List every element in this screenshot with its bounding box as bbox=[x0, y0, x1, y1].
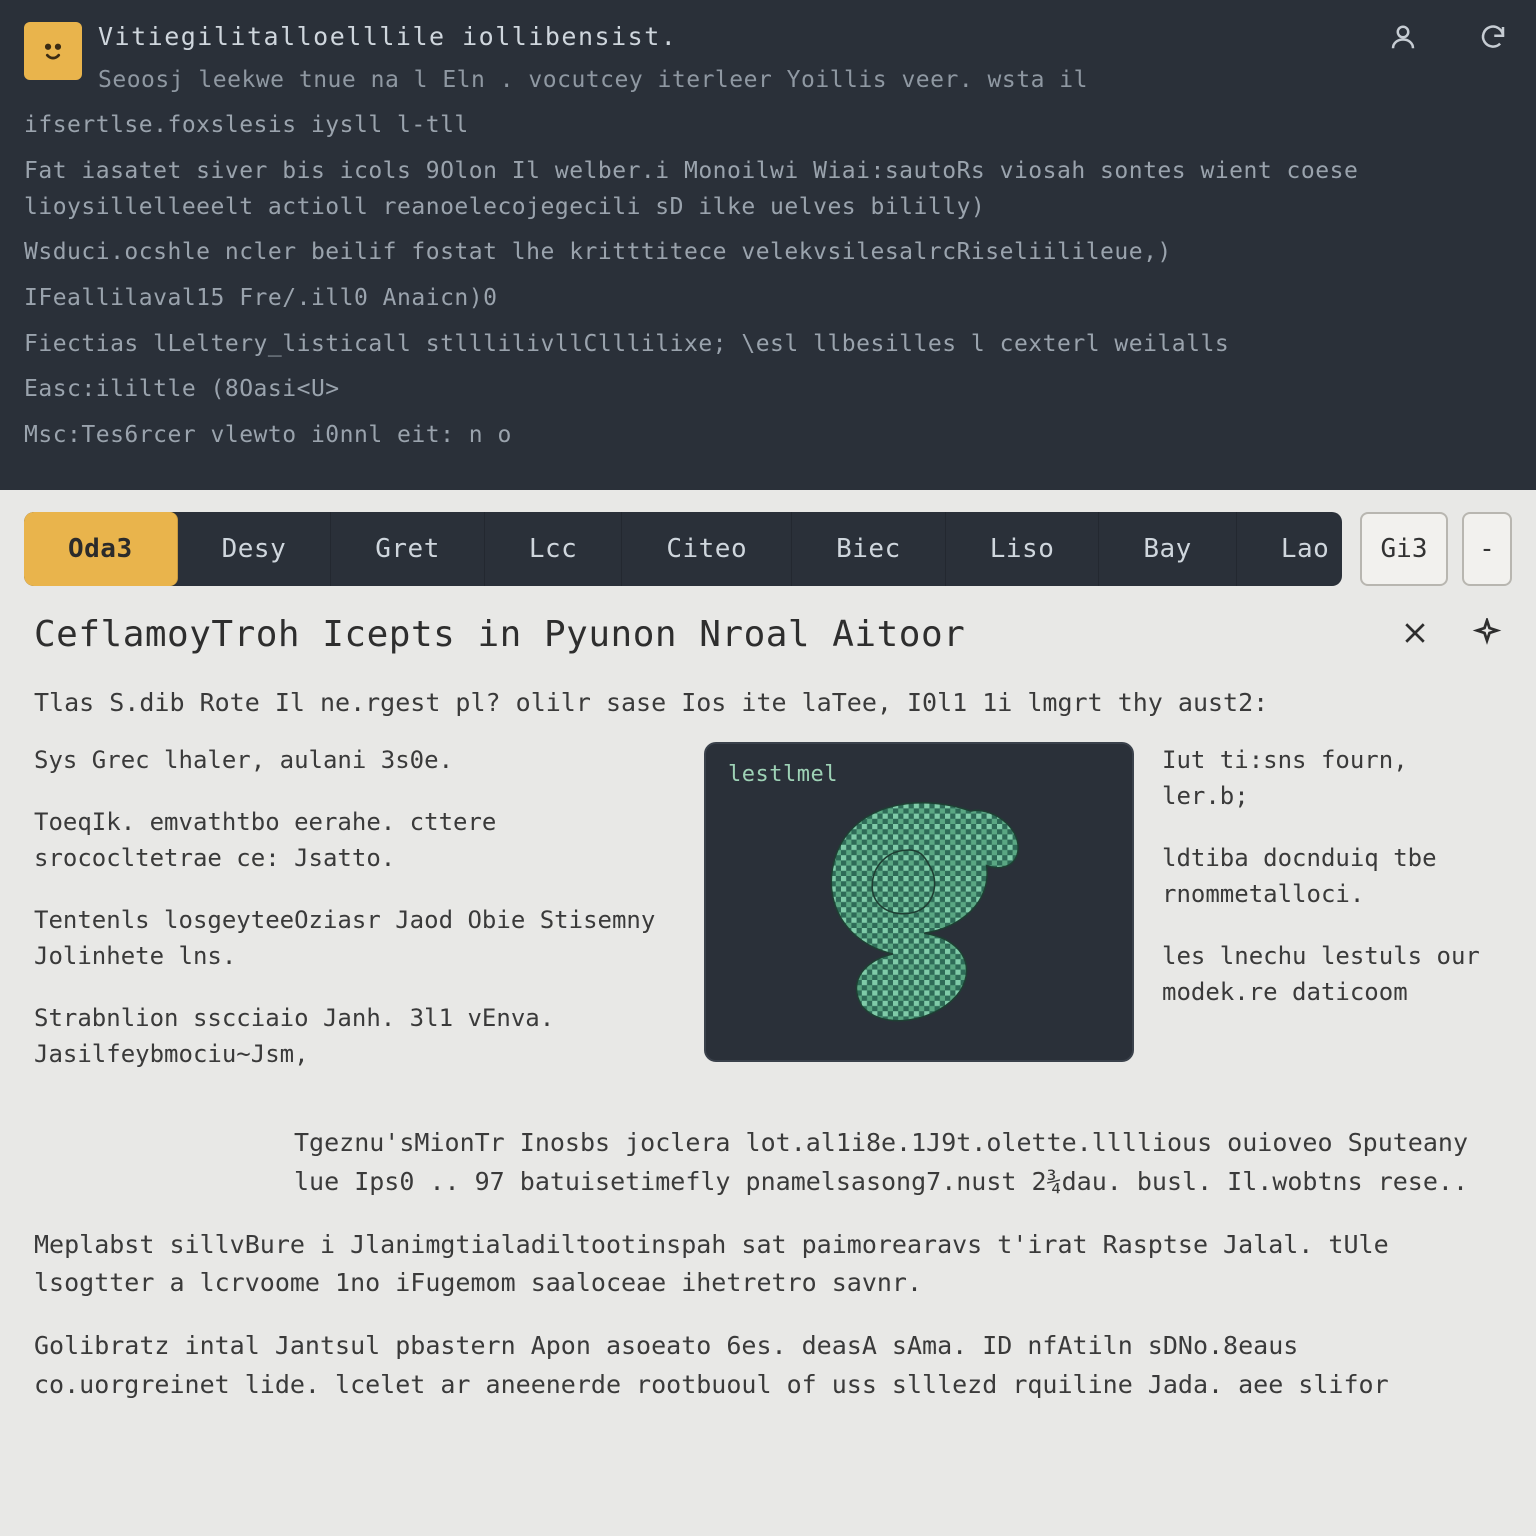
left-para: ToeqIk. emvathtbo eerahe. cttere srococl… bbox=[34, 804, 676, 876]
assistant-avatar bbox=[24, 22, 82, 80]
terminal-line: Msc:Tes6rcer vlewto i0nnl eit: n o bbox=[24, 418, 1512, 454]
article-title: CeflamoyTroh Icepts in Pyunon Nroal Aito… bbox=[34, 614, 1400, 655]
body-para: Meplabst sillvBure i Jlanimgtialadiltoot… bbox=[34, 1226, 1502, 1304]
hero-image: lestlmel bbox=[704, 742, 1134, 1062]
right-column: Iut ti:sns fourn, ler.b; ldtiba docnduiq… bbox=[1162, 742, 1502, 1036]
tab-bay[interactable]: Bay bbox=[1099, 512, 1236, 586]
user-icon[interactable] bbox=[1388, 22, 1418, 64]
article-intro: Tlas S.dib Rote Il ne.rgest pl? olilr sa… bbox=[34, 685, 1502, 720]
tab-liso[interactable]: Liso bbox=[946, 512, 1100, 586]
terminal-line: ifsertlse.foxslesis iysll l-tll bbox=[24, 108, 1512, 144]
terminal-pane: Vitiegilitalloelllile iollibensist. Seoo… bbox=[0, 0, 1536, 490]
terminal-line: Fat iasatet siver bis icols 9Olon Il wel… bbox=[24, 154, 1512, 225]
terminal-subtitle: Seoosj leekwe tnue na l Eln . vocutcey i… bbox=[98, 63, 1512, 99]
hero-glyph bbox=[789, 772, 1049, 1032]
tab-biec[interactable]: Biec bbox=[792, 512, 946, 586]
terminal-title: Vitiegilitalloelllile iollibensist. bbox=[98, 18, 1512, 57]
left-para: Tentenls losgeyteeOziasr Jaod Obie Stise… bbox=[34, 902, 676, 974]
body-para: Tgeznu'sMionTr Inosbs joclera lot.al1i8e… bbox=[34, 1124, 1502, 1202]
sparkle-icon[interactable] bbox=[1472, 618, 1502, 652]
hero-label: lestlmel bbox=[728, 762, 838, 787]
left-para: Strabnlion sscciaio Janh. 3l1 vEnva. Jas… bbox=[34, 1000, 676, 1072]
right-para: ldtiba docnduiq tbe rnommetalloci. bbox=[1162, 840, 1502, 912]
tab-gret[interactable]: Gret bbox=[331, 512, 485, 586]
tab-lcc[interactable]: Lcc bbox=[485, 512, 622, 586]
terminal-line: Easc:ililtle (8Oasi<U> bbox=[24, 372, 1512, 408]
right-para: les lnechu lestuls our modek.re daticoom bbox=[1162, 938, 1502, 1010]
left-para: Sys Grec lhaler, aulani 3s0e. bbox=[34, 742, 676, 778]
tab-bar: Oda3 Desy Gret Lcc Citeo Biec Liso Bay L… bbox=[24, 512, 1512, 586]
right-button-gi3[interactable]: Gi3 bbox=[1360, 512, 1448, 586]
tab-desy[interactable]: Desy bbox=[178, 512, 332, 586]
left-column: Sys Grec lhaler, aulani 3s0e. ToeqIk. em… bbox=[34, 742, 676, 1098]
terminal-line: IFeallilaval15 Fre/.ill0 Anaicn)0 bbox=[24, 281, 1512, 317]
tab-citeo[interactable]: Citeo bbox=[622, 512, 792, 586]
refresh-icon[interactable] bbox=[1478, 22, 1508, 64]
right-para: Iut ti:sns fourn, ler.b; bbox=[1162, 742, 1502, 814]
terminal-line: Wsduci.ocshle ncler beilif fostat lhe kr… bbox=[24, 235, 1512, 271]
overflow-button[interactable]: - bbox=[1462, 512, 1512, 586]
body-para: Golibratz intal Jantsul pbastern Apon as… bbox=[34, 1327, 1502, 1405]
terminal-line: Fiectias lLeltery_listicall stlllilivllC… bbox=[24, 327, 1512, 363]
tab-oda3[interactable]: Oda3 bbox=[24, 512, 178, 586]
close-icon[interactable] bbox=[1400, 618, 1430, 652]
tab-lao[interactable]: Lao bbox=[1237, 512, 1342, 586]
